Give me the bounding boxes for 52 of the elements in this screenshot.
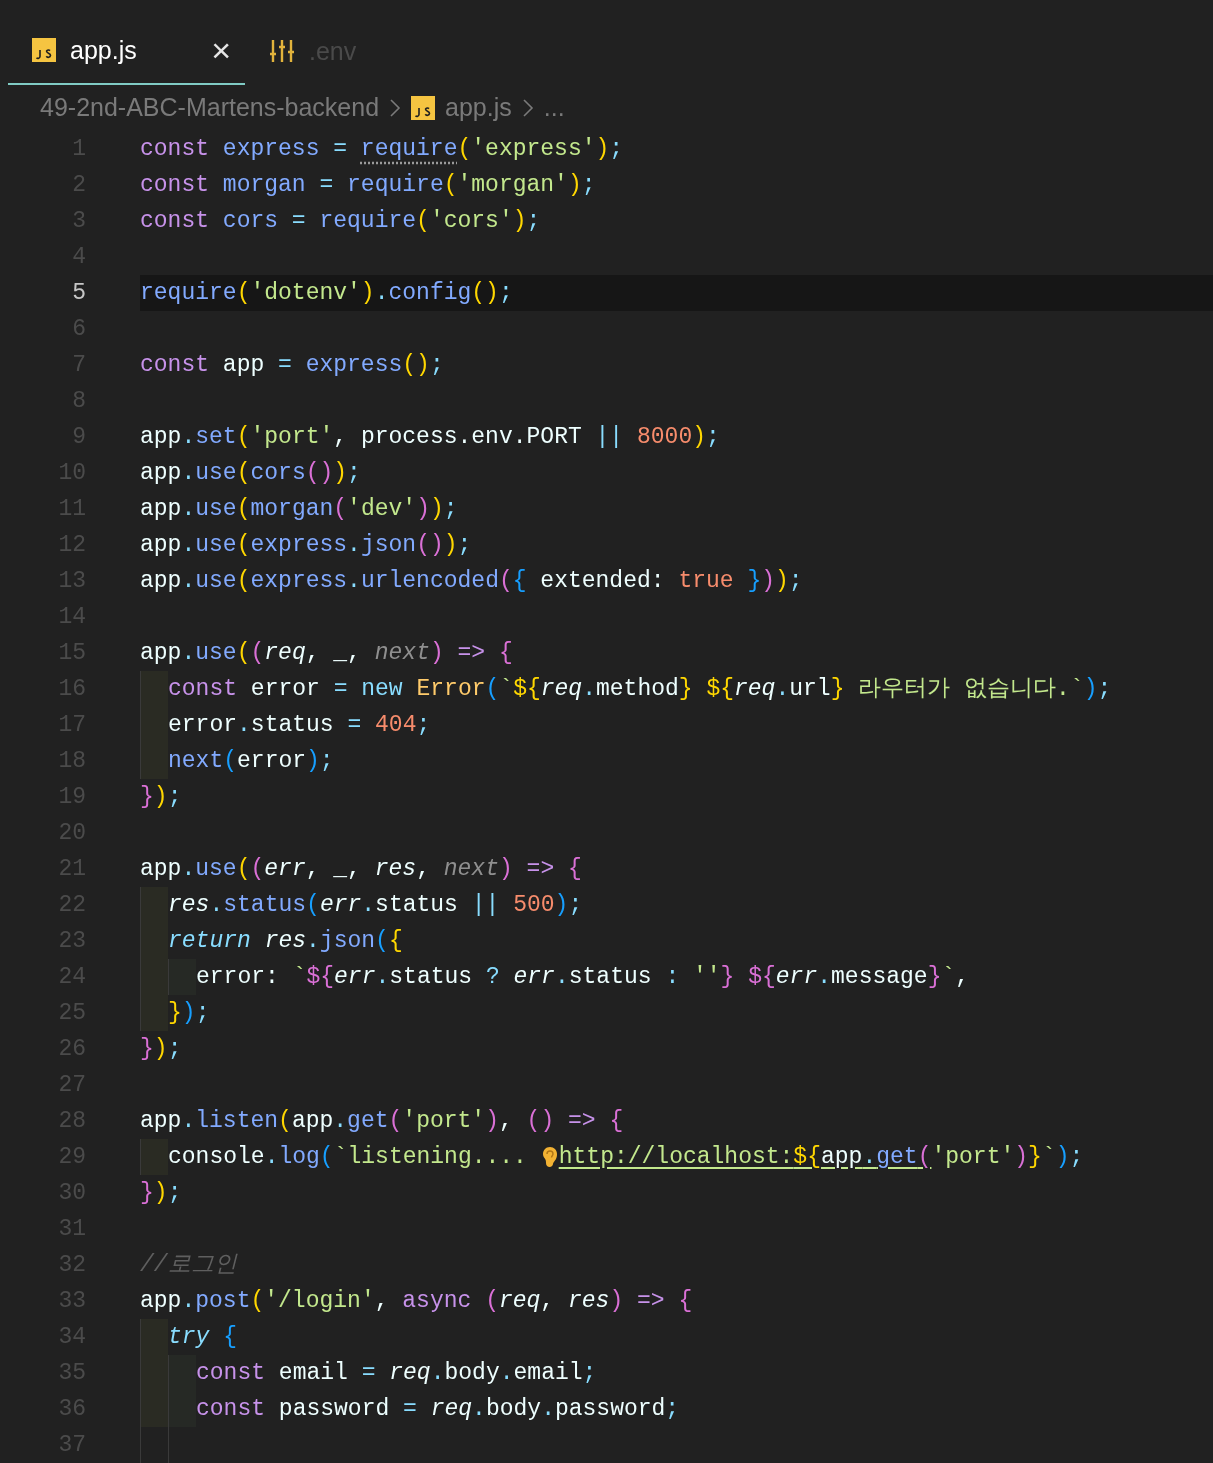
code-line: error: `${err.status ? err.status : ''} ${err.message}`, — [196, 962, 970, 992]
code-line: }); — [140, 1034, 182, 1064]
indent-guide — [140, 671, 168, 707]
code-line: }); — [168, 998, 210, 1028]
code-line: app.listen(app.get('port'), () => { — [140, 1106, 624, 1136]
indent-guide — [168, 1391, 196, 1427]
indent-guide — [140, 887, 168, 923]
code-line: const express = require('express'); — [140, 134, 624, 164]
code-line: app.use(morgan('dev')); — [140, 494, 458, 524]
ear-icon — [541, 1146, 558, 1168]
code-line: const morgan = require('morgan'); — [140, 170, 596, 200]
indent-guide — [140, 743, 168, 779]
line-number: 5 — [71, 278, 87, 308]
code-line: app.use(express.json()); — [140, 530, 472, 560]
code-line: return res.json({ — [168, 926, 403, 956]
code-line: app.use(express.urlencoded({ extended: true })); — [140, 566, 803, 596]
indent-guide — [140, 995, 168, 1031]
code-line: res.status(err.status || 500); — [168, 890, 583, 920]
code-line: next(error); — [168, 746, 334, 776]
tab-label: app.js — [70, 34, 138, 66]
indent-guide — [140, 1319, 168, 1355]
code-line: try { — [168, 1322, 238, 1352]
breadcrumb-folder[interactable]: 49-2nd-ABC-Martens-backend — [40, 88, 380, 127]
code-line: app.set('port', process.env.PORT || 8000); — [140, 422, 720, 452]
code-line: error.status = 404; — [168, 710, 431, 740]
close-icon[interactable]: × — [211, 33, 231, 68]
code-line: console.log(`listening.... http://localhost:${app.get('port')}`); — [168, 1142, 1084, 1172]
code-line: app.use(cors()); — [140, 458, 361, 488]
code-line: const email = req.body.email; — [196, 1358, 597, 1388]
code-line: app.use((err, _, res, next) => { — [140, 854, 582, 884]
code-line: const error = new Error(`${req.method} ${req.url} 라우터가 없습니다.`); — [168, 674, 1112, 704]
code-line: const cors = require('cors'); — [140, 206, 541, 236]
chevron-icon — [389, 97, 402, 118]
code-line: app.post('/login', async (req, res) => { — [140, 1286, 693, 1316]
code-line: app.use((req, _, next) => { — [140, 638, 513, 668]
js-file-icon — [411, 95, 436, 120]
sliders-icon — [269, 38, 295, 65]
code-line: const password = req.body.password; — [196, 1394, 680, 1424]
code-comment: //로그인 — [140, 1250, 237, 1280]
js-file-icon — [32, 38, 56, 63]
code-line: require('dotenv').config(); — [140, 278, 513, 308]
code-line: }); — [140, 782, 182, 812]
chevron-icon — [521, 97, 534, 118]
editor-tab[interactable]: app.js × — [8, 17, 245, 86]
indent-guide — [168, 959, 196, 995]
indent-guide — [140, 1391, 168, 1427]
code-line: const app = express(); — [140, 350, 444, 380]
breadcrumb-file[interactable]: app.js — [445, 88, 512, 127]
breadcrumb-more[interactable]: ... — [543, 88, 565, 127]
indent-guide — [140, 1139, 168, 1175]
indent-guide — [168, 1355, 196, 1391]
code-line: }); — [140, 1178, 182, 1208]
